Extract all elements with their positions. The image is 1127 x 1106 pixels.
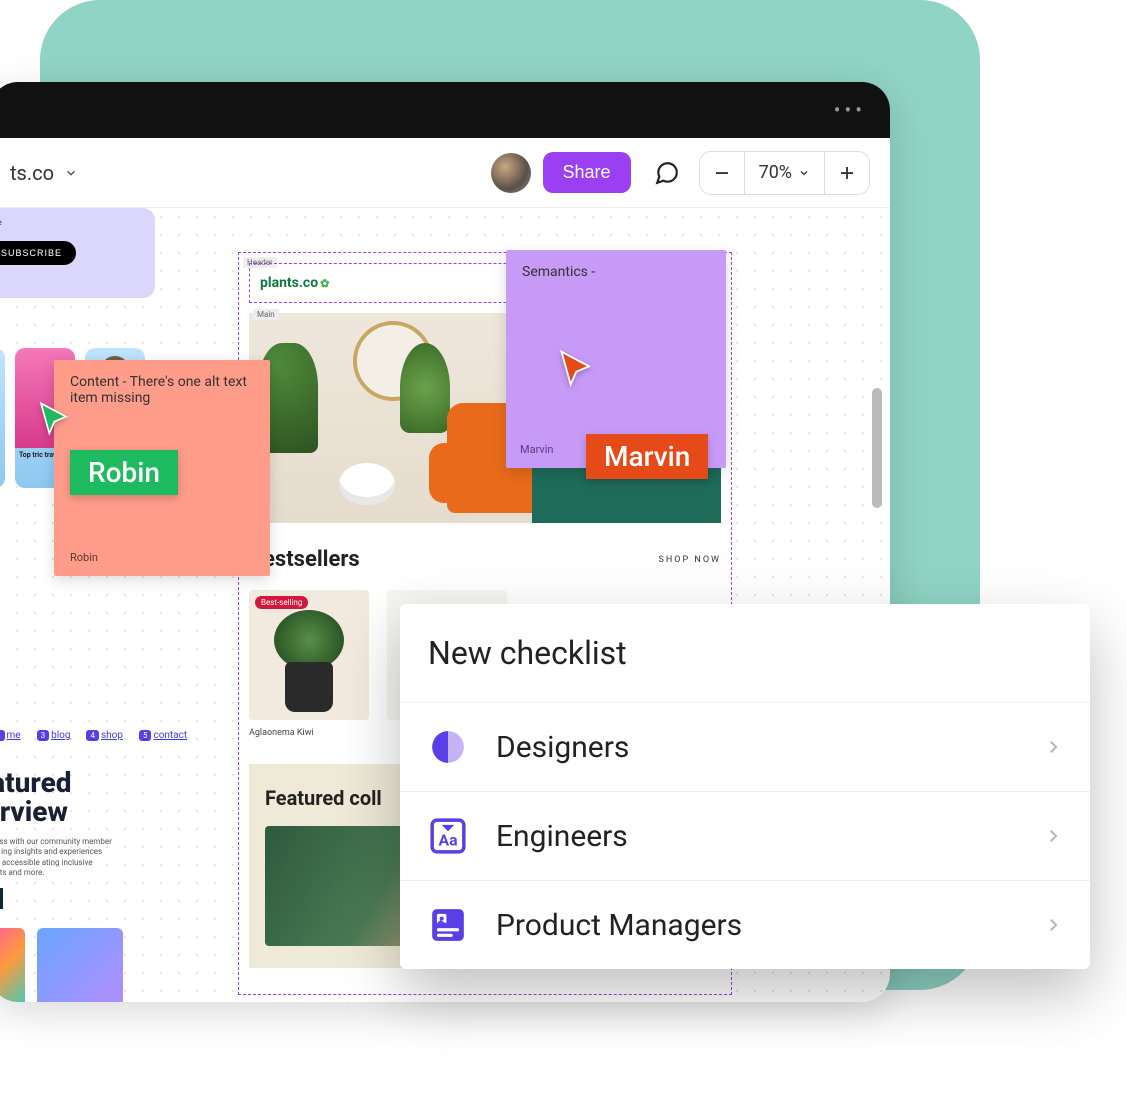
note-author: Robin <box>70 551 98 564</box>
half-circle-icon <box>428 727 468 767</box>
product-name: Aglaonema Kiwi <box>249 728 369 738</box>
zoom-value: 70% <box>759 162 792 183</box>
scrollbar[interactable] <box>872 388 882 508</box>
product-tag: Best-selling <box>255 596 308 609</box>
cursor-label-robin: Robin <box>70 450 178 495</box>
minus-icon <box>713 164 731 182</box>
brand-logo[interactable]: plants.co <box>260 275 329 291</box>
zoom-out-button[interactable] <box>700 151 744 195</box>
collaborator-cursor-robin <box>36 400 76 444</box>
chevron-right-icon <box>1044 827 1062 845</box>
cursor-icon <box>36 400 76 440</box>
checklist-item-product-managers[interactable]: Product Managers <box>400 880 1090 969</box>
plus-icon <box>838 164 856 182</box>
interview-body: g Access with our community member James… <box>0 837 125 879</box>
subscribe-hint: nise <box>0 218 143 227</box>
chevron-right-icon <box>1044 738 1062 756</box>
breadcrumb[interactable]: ts.co <box>10 161 491 185</box>
nav-pill[interactable]: 2me <box>0 728 23 743</box>
checklist-item-engineers[interactable]: Aa Engineers <box>400 791 1090 880</box>
interview-section: eaturedterview g Access with our communi… <box>0 768 125 909</box>
cursor-label-marvin: Marvin <box>586 434 708 479</box>
page-title: ts.co <box>10 161 54 185</box>
frame-label-main: Main <box>253 309 279 320</box>
note-author: Marvin <box>520 443 554 456</box>
note-text: Semantics - <box>522 264 710 280</box>
more-icon[interactable]: ••• <box>834 98 866 122</box>
gallery-image[interactable] <box>37 928 123 1002</box>
gallery-image[interactable] <box>0 928 25 1002</box>
checklist-panel: New checklist Designers Aa Engineers Pro… <box>400 604 1090 969</box>
checklist-item-designers[interactable]: Designers <box>400 702 1090 791</box>
read-more-button[interactable]: ore <box>0 888 3 909</box>
typography-icon: Aa <box>428 816 468 856</box>
chevron-down-icon <box>64 166 78 180</box>
chevron-down-icon <box>798 167 810 179</box>
zoom-control: 70% <box>699 151 870 195</box>
subscribe-panel: nise SUBSCRIBE <box>0 208 155 298</box>
zoom-in-button[interactable] <box>825 151 869 195</box>
zoom-dropdown[interactable]: 70% <box>744 152 825 194</box>
cursor-icon <box>556 348 600 392</box>
layout-icon <box>428 905 468 945</box>
nav-pill[interactable]: 5contact <box>137 728 189 743</box>
checklist-item-label: Engineers <box>496 819 1016 854</box>
checklist-item-label: Product Managers <box>496 908 1016 943</box>
checklist-item-label: Designers <box>496 730 1016 765</box>
checklist-title: New checklist <box>400 604 1090 702</box>
speech-bubble-icon <box>654 160 680 186</box>
window-titlebar: ••• <box>0 82 890 138</box>
sticky-note-pink[interactable]: Content - There's one alt text item miss… <box>54 360 270 576</box>
nav-pill[interactable]: 3blog <box>35 728 73 743</box>
image-row <box>0 928 123 1002</box>
nav-pills: 2me 3blog 4shop 5contact <box>0 728 189 743</box>
share-button[interactable]: Share <box>543 152 631 193</box>
avatar[interactable] <box>491 153 531 193</box>
nav-pill[interactable]: 4shop <box>84 728 125 743</box>
app-toolbar: ts.co Share 70% <box>0 138 890 208</box>
interview-title: eaturedterview <box>0 768 125 827</box>
chevron-right-icon <box>1044 916 1062 934</box>
card-thumbnail[interactable] <box>0 348 5 488</box>
svg-text:Aa: Aa <box>438 831 457 850</box>
subscribe-button[interactable]: SUBSCRIBE <box>0 241 76 265</box>
collaborator-cursor-marvin <box>556 348 600 396</box>
product-card[interactable]: Best-selling Aglaonema Kiwi <box>249 590 369 738</box>
shop-now-link[interactable]: SHOP NOW <box>659 555 721 565</box>
comment-button[interactable] <box>647 153 687 193</box>
note-text: Content - There's one alt text item miss… <box>70 374 254 406</box>
